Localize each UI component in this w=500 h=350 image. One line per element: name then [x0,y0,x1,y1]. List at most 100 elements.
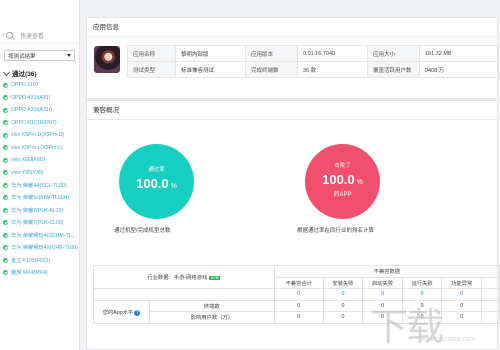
stats-header-row: 行业数据：手游-网络游戏 NEW 不兼容数据 [93,265,500,289]
check-circle-icon [3,207,8,213]
filter-select[interactable]: 按测试结果 [4,50,75,61]
column-header: 启动失败 [362,276,403,289]
pass-rate-number: 100.0 [136,176,169,191]
check-circle-icon [3,195,8,201]
pass-rate-caption: 通过机型/完成机型总数 [114,228,171,234]
info-value: 0.01.16.7040 [297,45,368,62]
row-label: 影响用户数（万） [149,311,275,324]
device-item-label: 魅族 MX4(MX4) [11,270,48,277]
watermark-url: www.xiazaiba.com [418,336,476,343]
device-item[interactable]: 华为 荣耀畅玩4C(CHM-TL... [0,229,79,242]
check-circle-icon [3,232,8,238]
column-header: 功能异常 [441,276,482,289]
device-item[interactable]: 华为 荣耀7(PLK-CL00) [0,217,79,230]
info-key: 应用大小 [367,45,420,62]
device-item-label: 华为 荣耀7(PLK-CL00) [11,220,64,227]
row-value: 0 [322,299,364,312]
pass-rate-unit: % [170,183,177,190]
device-item[interactable]: 金立 F103(F103) [0,254,79,267]
info-value: 黎明内部版 [175,45,246,62]
device-item-label: 华为 荣耀5x(KIW-TL00H) [11,195,70,202]
level-label: 您的App水平 [102,309,134,316]
beat-rate-value: 100.0% [305,172,380,187]
app-icon [94,46,120,73]
sidebar: 快速查看 按测试结果 通过(36) OPPO 1107 OPPO A31t(A31… [0,0,80,350]
device-item-label: 华为 荣耀畅玩4X(CHE-TL00) [11,245,78,252]
device-item[interactable]: vivo Y35(Y35) [0,167,79,180]
device-item-label: OPPO A31t(A31) [11,94,51,101]
device-item-label: OPPO R1C(R8207) [11,119,57,126]
info-row: 应用名称 黎明内部版 应用版本 0.01.16.7040 应用大小 191.32… [127,45,499,62]
device-item[interactable]: vivo X5Pro D(X5Pro D) [0,129,79,142]
device-item[interactable]: vivo X6D(X6D) [0,154,79,167]
search-icon [6,31,13,39]
check-circle-icon [3,82,8,88]
pass-rate-label: 通过率 [148,167,165,173]
watermark: 下载 www.xiazaiba.com [370,292,498,349]
column-header: 不兼容合计 [273,276,324,289]
beat-rate-label: 击败了 [334,163,351,169]
device-item-label: OPPO A31t(A31t) [11,107,52,114]
device-item-label: vivo X5Pro D(X5Pro D) [11,132,65,139]
check-circle-icon [3,120,8,126]
new-badge: NEW [209,275,221,280]
info-value: 标准兼容测试 [175,61,246,78]
column-header-extra [481,276,500,289]
check-circle-icon [3,95,8,101]
info-key: 应用版本 [245,45,298,62]
device-item[interactable]: 华为 荣耀7(PLK-AL10) [0,204,79,217]
app-info-table: 应用名称 黎明内部版 应用版本 0.01.16.7040 应用大小 191.32… [127,45,499,78]
check-circle-icon [3,182,8,188]
beat-rate-number: 100.0 [322,172,355,187]
device-item-label: vivo X6D(X6D) [11,157,46,164]
info-key: 覆盖活跃用户数 [367,61,420,78]
row-value: 0 [273,311,324,324]
row-label: 终端数 [149,299,275,312]
info-key: 应用名称 [127,45,176,62]
info-value: 9408 万 [419,61,499,78]
app-info-title: 应用信息 [87,18,497,37]
column-header: 安装失败 [322,276,364,289]
check-circle-icon [3,107,8,113]
info-value: 191.32 MB [419,45,499,62]
check-circle-icon [3,257,8,263]
info-value: 36 款 [297,61,368,78]
device-item[interactable]: OPPO A31t(A31t) [0,104,79,117]
device-item[interactable]: 魅族 MX4(MX4) [0,267,79,280]
info-key: 完成终端数 [245,61,298,78]
device-item[interactable]: OPPO R1C(R8207) [0,117,79,130]
pass-rate-circle: 通过率 100.0% [119,144,194,219]
beat-rate-caption: 根据通过率在同行业的排名计算 [297,228,375,234]
device-item-label: OPPO 1107 [11,82,39,89]
beat-rate-sub: 的APP [333,192,352,198]
caret-down-icon [67,54,71,57]
device-item-label: 金立 F103(F103) [11,257,50,264]
app-info-panel: 应用信息 应用名称 黎明内部版 应用版本 0.01.16.7040 应用大小 1… [86,17,499,99]
check-circle-icon [3,157,8,163]
device-item[interactable]: vivo X5Pro L(X5Pro L) [0,142,79,155]
link-value[interactable]: 0 [273,288,324,301]
device-item-label: 华为 荣耀畅玩4C(CHM-TL... [11,232,76,239]
help-icon[interactable]: ? [134,309,141,316]
device-item[interactable]: 华为 荣耀4A(SCL-TL00) [0,179,79,192]
check-circle-icon [3,245,8,251]
info-row: 测试类型 标准兼容测试 完成终端数 36 款 覆盖活跃用户数 9408 万 [127,61,499,78]
compat-title: 兼容概况 [87,101,497,120]
device-item[interactable]: OPPO 1107 [0,79,79,92]
device-item-label: vivo Y35(Y35) [11,169,44,176]
link-value[interactable]: 0 [322,288,364,301]
check-circle-icon [3,132,8,138]
industry-cell: 行业数据：手游-网络游戏 NEW [93,265,275,289]
device-item[interactable]: 华为 荣耀畅玩4X(CHE-TL00) [0,242,79,255]
device-item[interactable]: 华为 荣耀5x(KIW-TL00H) [0,192,79,205]
beat-rate-unit: % [356,179,363,186]
quick-search[interactable]: 快速查看 [0,27,79,44]
pass-rate-value: 100.0% [119,176,194,191]
group-passed[interactable]: 通过(36) [0,67,79,79]
incompat-header: 不兼容数据 [273,265,500,278]
chevron-down-icon [2,68,11,76]
device-item-label: 华为 荣耀7(PLK-AL10) [11,207,64,214]
column-header: 运行失败 [401,276,443,289]
device-item[interactable]: OPPO A31t(A31) [0,92,79,105]
device-item-label: 华为 荣耀4A(SCL-TL00) [11,182,67,189]
